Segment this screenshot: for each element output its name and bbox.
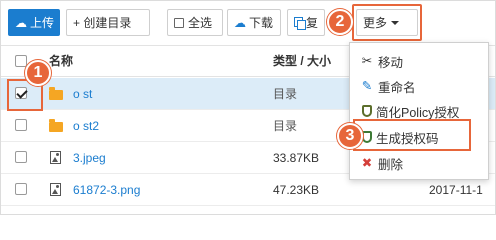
shield-icon: [362, 105, 372, 117]
more-dropdown-menu: ✂ 移动 ✎ 重命名 简化Policy授权 生成授权码 ✖ 删除: [349, 42, 489, 180]
close-icon: ✖: [361, 155, 373, 170]
image-file-icon: [50, 151, 61, 164]
file-size: 47.23KB: [273, 183, 320, 197]
image-file-icon: [50, 183, 61, 196]
checkbox-icon: [174, 17, 184, 28]
scissors-icon: ✂: [361, 53, 373, 68]
select-all-checkbox[interactable]: [15, 55, 27, 67]
copy-icon: [294, 17, 306, 30]
select-all-button[interactable]: 全选: [167, 9, 223, 36]
edit-icon: ✎: [361, 78, 373, 93]
menu-item-move[interactable]: ✂ 移动: [350, 49, 488, 73]
cloud-download-icon: ☁: [234, 15, 246, 30]
menu-item-rename[interactable]: ✎ 重命名: [350, 74, 488, 98]
menu-item-highlight: [353, 119, 471, 151]
file-name-link[interactable]: o st: [73, 78, 92, 110]
folder-icon: [49, 119, 63, 132]
row-checkbox[interactable]: [15, 183, 27, 195]
callout-badge-2: 2: [327, 9, 353, 35]
download-button[interactable]: ☁ 下载: [227, 9, 281, 36]
file-manager-panel: ☁ 上传 + 创建目录 全选 ☁ 下载 复 更多 名称 类型 / 大小 o st…: [0, 0, 496, 215]
cloud-upload-icon: ☁: [15, 15, 27, 30]
file-size: 33.87KB: [273, 151, 320, 165]
file-name-link[interactable]: 3.jpeg: [73, 142, 106, 174]
file-type: 目录: [273, 119, 298, 133]
column-header-name[interactable]: 名称: [49, 45, 73, 77]
row-checkbox[interactable]: [15, 119, 27, 131]
file-name-link[interactable]: 61872-3.png: [73, 174, 140, 206]
menu-item-delete[interactable]: ✖ 删除: [350, 151, 488, 175]
callout-badge-1: 1: [25, 60, 51, 86]
file-type: 目录: [273, 87, 298, 101]
callout-badge-3: 3: [337, 123, 363, 149]
row-checkbox[interactable]: [15, 151, 27, 163]
column-header-type-size[interactable]: 类型 / 大小: [273, 45, 331, 77]
copy-button[interactable]: 复: [287, 9, 325, 36]
upload-button[interactable]: ☁ 上传: [8, 9, 60, 36]
file-name-link[interactable]: o st2: [73, 110, 99, 142]
more-button-highlight: [352, 4, 422, 41]
create-directory-button[interactable]: + 创建目录: [66, 9, 150, 36]
folder-icon: [49, 87, 63, 100]
